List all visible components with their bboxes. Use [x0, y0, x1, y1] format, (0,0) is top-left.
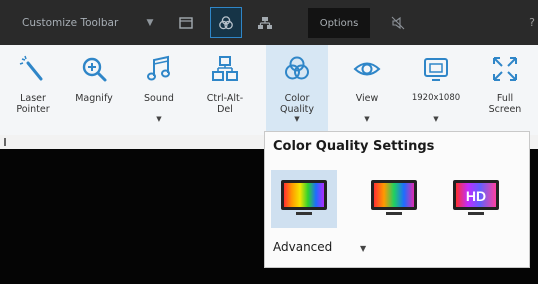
- resolution-dropdown-caret[interactable]: ▼: [405, 115, 467, 123]
- color-quality-dropdown-caret[interactable]: ▼: [266, 115, 328, 123]
- quality-option-hd[interactable]: HD: [443, 170, 509, 228]
- hd-badge: HD: [466, 188, 486, 204]
- magnify-button[interactable]: Magnify: [65, 45, 123, 133]
- rainbow-monitor-icon: [371, 180, 417, 215]
- help-label: ?: [529, 16, 535, 29]
- window-mode-icon[interactable]: [172, 0, 200, 45]
- view-button[interactable]: View ▼: [338, 45, 396, 133]
- rainbow-monitor-icon: [281, 180, 327, 215]
- sound-icon: [147, 55, 170, 81]
- magnify-label: Magnify: [75, 93, 113, 104]
- customize-dropdown-caret[interactable]: ▼: [142, 0, 158, 45]
- view-icon: [353, 62, 381, 76]
- fullscreen-button[interactable]: Full Screen: [476, 45, 534, 133]
- network-icon[interactable]: [250, 0, 280, 45]
- resolution-button[interactable]: 1920x1080 ▼: [405, 45, 467, 133]
- help-button[interactable]: ?: [526, 0, 538, 45]
- color-quality-button[interactable]: Color Quality ▼: [266, 45, 328, 133]
- sound-dropdown-caret[interactable]: ▼: [130, 115, 188, 123]
- view-label: View: [355, 93, 379, 104]
- color-quality-label: Color Quality: [280, 93, 314, 115]
- advanced-dropdown-caret[interactable]: ▼: [360, 244, 366, 253]
- top-toolbar: Customize Toolbar ▼ Options ?: [0, 0, 538, 45]
- color-quality-toolbar-icon[interactable]: [210, 7, 242, 38]
- ctrl-alt-del-icon: [212, 56, 238, 81]
- options-label: Options: [319, 17, 359, 29]
- color-quality-popup: Color Quality Settings HD Advanced ▼: [264, 131, 530, 268]
- laser-pointer-button[interactable]: Laser Pointer: [4, 45, 62, 133]
- ribbon: Laser Pointer Magnify Sound ▼ Ctrl-Alt- …: [0, 45, 538, 136]
- view-dropdown-caret[interactable]: ▼: [338, 115, 396, 123]
- resolution-label: 1920x1080: [411, 93, 461, 103]
- magnify-icon: [82, 57, 107, 82]
- hd-monitor-icon: HD: [453, 180, 499, 215]
- customize-toolbar-button[interactable]: Customize Toolbar: [22, 0, 142, 45]
- mute-icon[interactable]: [383, 0, 413, 45]
- strip-marker: [4, 138, 6, 146]
- resolution-icon: [424, 58, 448, 81]
- color-quality-icon: [285, 56, 309, 80]
- sound-label: Sound: [144, 93, 174, 104]
- sound-button[interactable]: Sound ▼: [130, 45, 188, 133]
- ctrl-alt-del-label: Ctrl-Alt- Del: [206, 93, 244, 115]
- laser-pointer-label: Laser Pointer: [16, 93, 50, 115]
- options-button[interactable]: Options: [308, 8, 370, 38]
- quality-option-balanced[interactable]: [361, 170, 427, 228]
- fullscreen-label: Full Screen: [488, 93, 522, 115]
- ctrl-alt-del-button[interactable]: Ctrl-Alt- Del: [196, 45, 254, 133]
- quality-option-best[interactable]: [271, 170, 337, 228]
- popup-title: Color Quality Settings: [273, 139, 435, 154]
- customize-toolbar-label: Customize Toolbar: [22, 16, 119, 29]
- advanced-dropdown[interactable]: Advanced: [273, 240, 332, 254]
- fullscreen-icon: [493, 57, 517, 81]
- laser-pointer-icon: [19, 55, 43, 81]
